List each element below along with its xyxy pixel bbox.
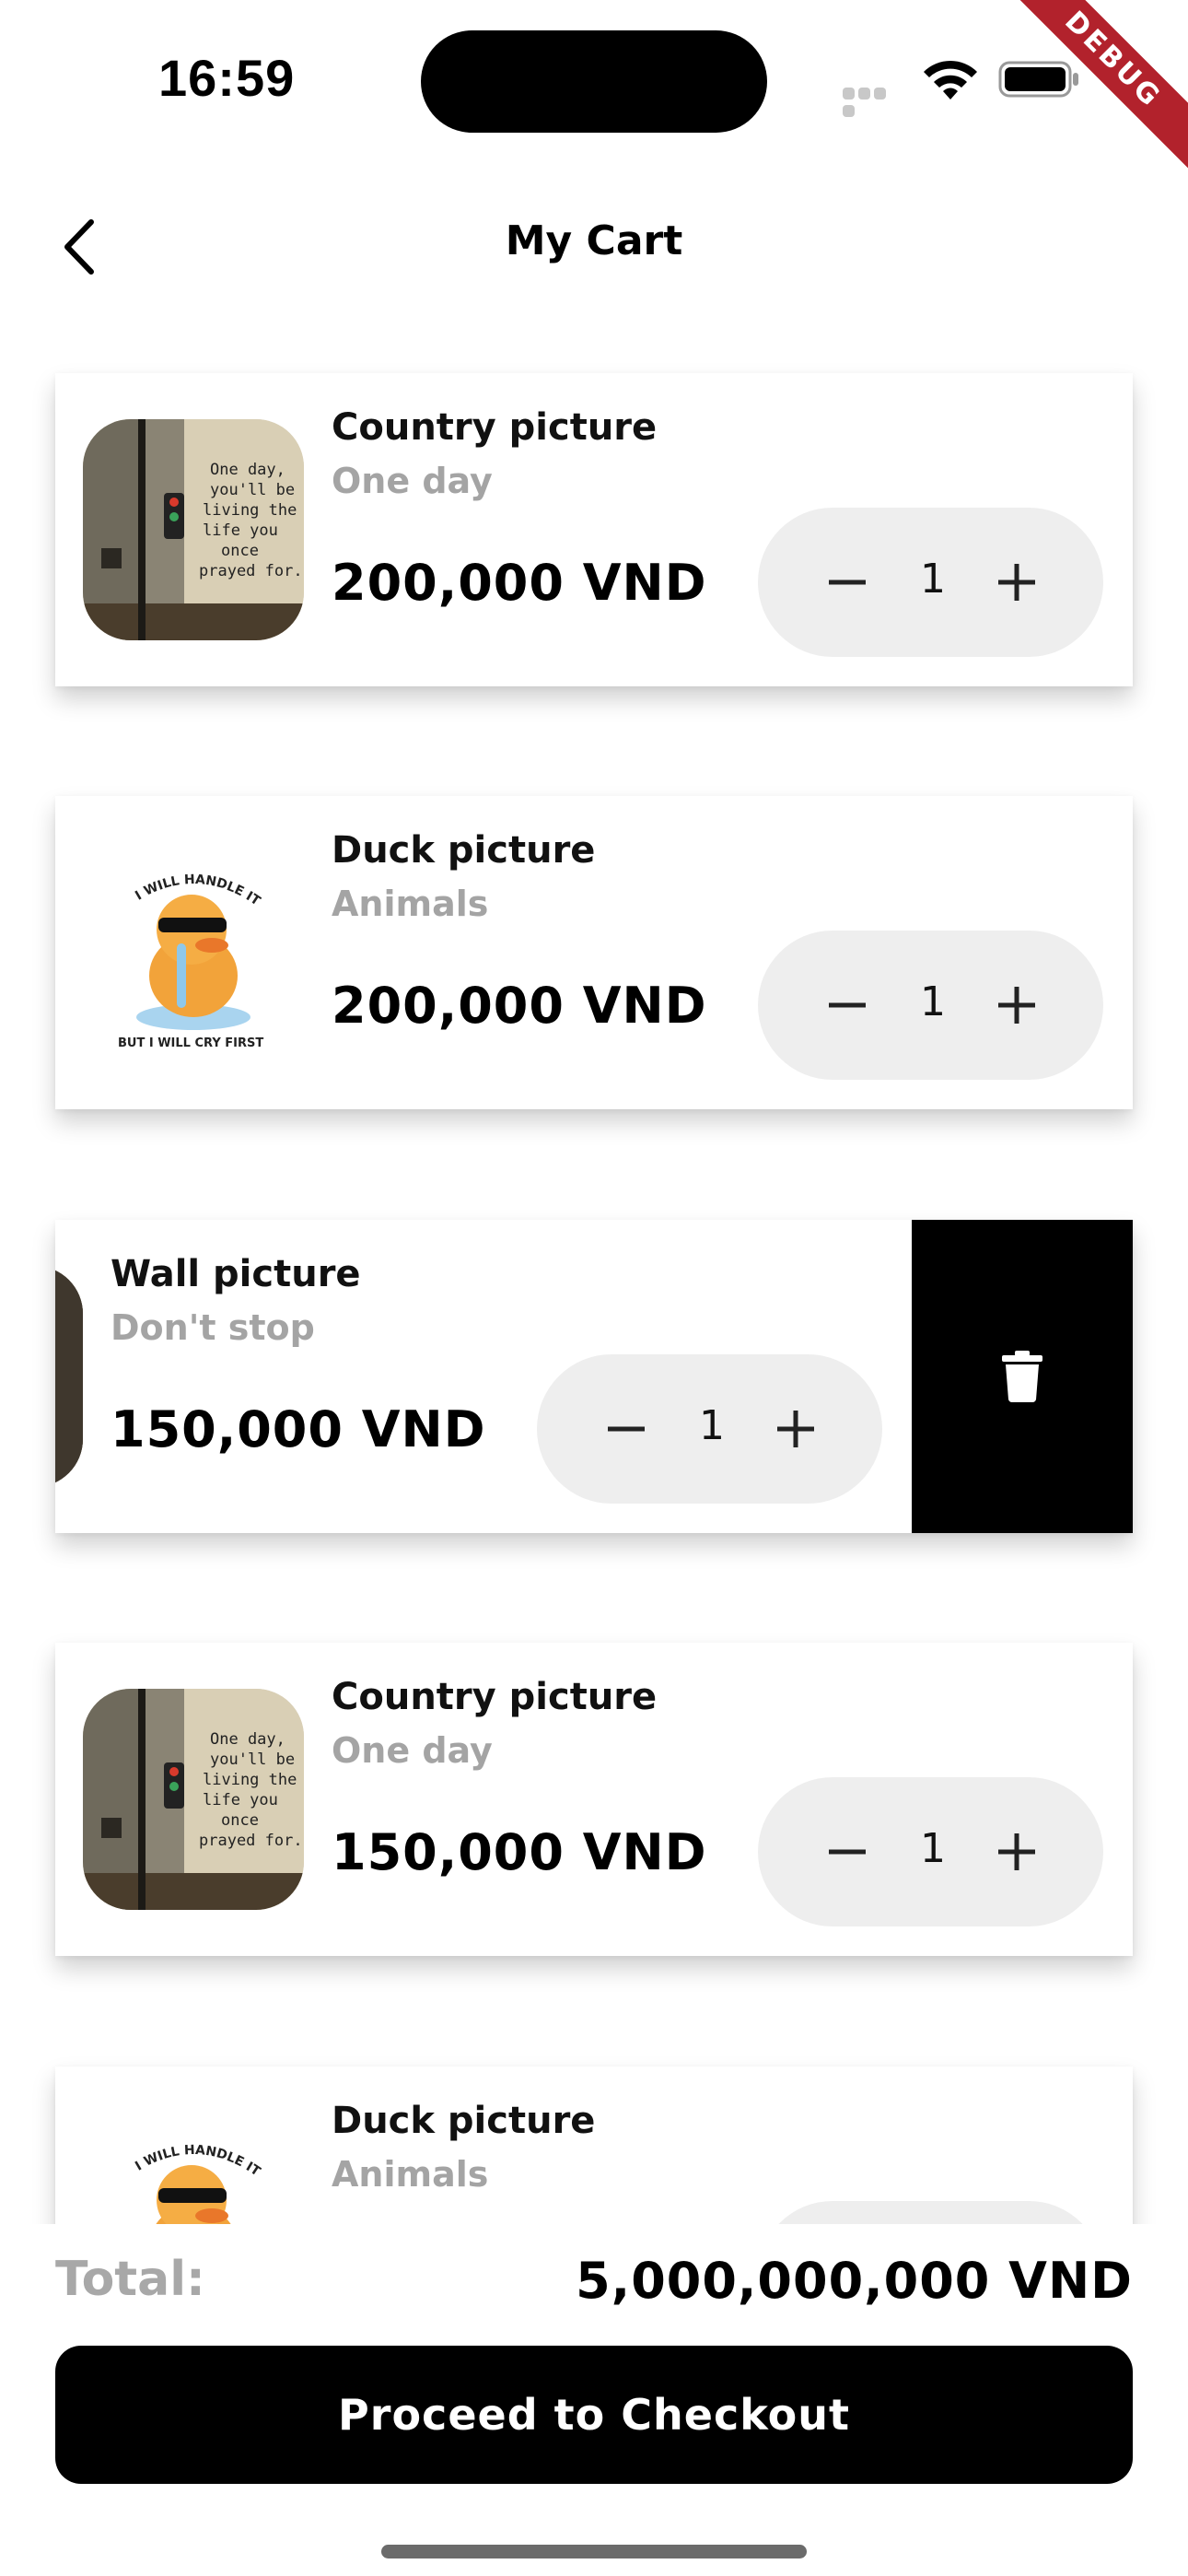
minus-icon	[608, 1426, 645, 1432]
checkout-footer: Total: 5,000,000,000 VND Proceed to Chec…	[0, 2224, 1188, 2576]
delete-item-button[interactable]	[912, 1220, 1133, 1533]
cart-item[interactable]: One day, you'll be living the life you o…	[55, 373, 1133, 686]
increase-quantity-button[interactable]	[980, 968, 1054, 1042]
quantity-stepper: 1	[758, 931, 1103, 1080]
decrease-quantity-button[interactable]	[810, 968, 884, 1042]
dynamic-island	[421, 30, 767, 133]
minus-icon	[829, 580, 866, 585]
quantity-value: 1	[920, 1825, 946, 1872]
plus-icon	[998, 987, 1035, 1024]
cart-item[interactable]: I WILL HANDLE IT Duck picture Animals	[55, 2067, 1133, 2224]
product-thumbnail-wall	[55, 1266, 83, 1487]
battery-icon	[998, 61, 1078, 98]
increase-quantity-button[interactable]	[980, 1815, 1054, 1889]
trash-icon	[1002, 1351, 1042, 1402]
product-thumbnail-duck: I WILL HANDLE IT	[83, 2113, 304, 2224]
cart-item[interactable]: One day, you'll be living the life you o…	[55, 1643, 1133, 1956]
quantity-stepper: 1	[758, 1777, 1103, 1926]
quantity-value: 1	[699, 1402, 725, 1449]
item-name: Duck picture	[332, 2100, 596, 2142]
plus-icon	[998, 564, 1035, 601]
item-subtitle: Don't stop	[111, 1307, 315, 1348]
cart-item[interactable]: I WILL HANDLE IT BUT I WILL CRY FIRST Du…	[55, 796, 1133, 1109]
quantity-value: 1	[920, 978, 946, 1025]
product-thumbnail-country: One day, you'll be living the life you o…	[83, 1689, 304, 1910]
product-thumbnail-duck: I WILL HANDLE IT BUT I WILL CRY FIRST	[83, 842, 304, 1063]
total-label: Total:	[55, 2252, 205, 2307]
decrease-quantity-button[interactable]	[810, 545, 884, 619]
item-price: 200,000 VND	[332, 977, 707, 1035]
increase-quantity-button[interactable]	[980, 545, 1054, 619]
cellular-signal-icon	[843, 86, 903, 117]
total-value: 5,000,000,000 VND	[576, 2252, 1133, 2310]
item-subtitle: Animals	[332, 2154, 489, 2195]
quantity-stepper: 1	[758, 508, 1103, 657]
wifi-icon	[924, 60, 977, 100]
decrease-quantity-button[interactable]	[589, 1392, 663, 1466]
checkout-button[interactable]: Proceed to Checkout	[55, 2346, 1133, 2484]
plus-icon	[777, 1411, 814, 1447]
cart-item-swiped[interactable]: Wall picture Don't stop 150,000 VND 1	[55, 1220, 1133, 1533]
home-indicator[interactable]	[381, 2545, 807, 2558]
cart-list[interactable]: One day, you'll be living the life you o…	[0, 313, 1188, 2224]
page-title: My Cart	[505, 217, 683, 264]
item-name: Country picture	[332, 1676, 658, 1718]
quantity-stepper: 1	[537, 1354, 882, 1504]
status-time: 16:59	[158, 49, 296, 107]
item-subtitle: Animals	[332, 884, 489, 924]
status-bar: 16:59	[0, 0, 1188, 157]
plus-icon	[998, 1833, 1035, 1870]
svg-text:BUT I WILL CRY FIRST: BUT I WILL CRY FIRST	[118, 1036, 263, 1050]
item-price: 150,000 VND	[332, 1823, 707, 1881]
decrease-quantity-button[interactable]	[810, 1815, 884, 1889]
item-subtitle: One day	[332, 461, 493, 501]
increase-quantity-button[interactable]	[759, 1392, 833, 1466]
item-subtitle: One day	[332, 1730, 493, 1771]
item-price: 200,000 VND	[332, 554, 707, 612]
app-bar: My Cart	[0, 175, 1188, 313]
quantity-value: 1	[920, 556, 946, 603]
minus-icon	[829, 1849, 866, 1855]
item-name: Duck picture	[332, 829, 596, 872]
quantity-stepper	[758, 2201, 1103, 2224]
item-price: 150,000 VND	[111, 1400, 486, 1458]
item-name: Wall picture	[111, 1253, 361, 1295]
minus-icon	[829, 1002, 866, 1008]
product-thumbnail-country: One day, you'll be living the life you o…	[83, 419, 304, 640]
item-name: Country picture	[332, 406, 658, 449]
